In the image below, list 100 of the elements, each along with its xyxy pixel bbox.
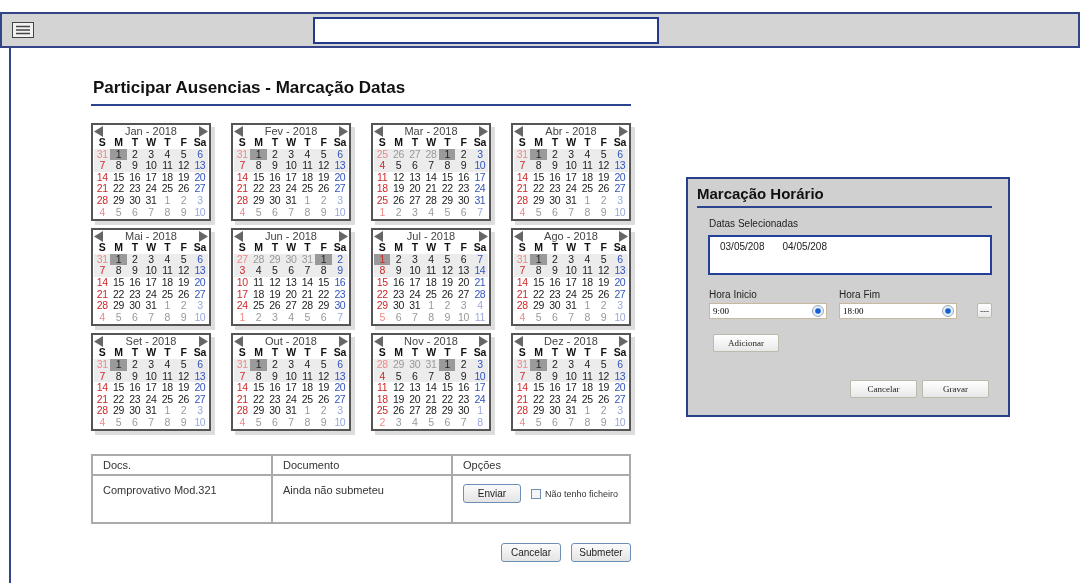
calendar-day[interactable]: 29 [530,405,547,417]
calendar-day[interactable]: 11 [159,265,176,277]
calendar-day[interactable]: 22 [374,288,391,301]
calendar-day[interactable]: 29 [439,194,456,207]
next-arrow-icon[interactable] [339,230,348,242]
calendar-day[interactable]: 4 [374,160,391,172]
calendar-day[interactable]: 18 [579,276,596,289]
calendar-day[interactable]: 26 [439,288,456,301]
calendar-day[interactable]: 22 [439,393,456,406]
calendar-day[interactable]: 24 [471,183,488,195]
calendar-day[interactable]: 23 [266,393,283,406]
calendar-day[interactable]: 31 [562,405,580,417]
calendar-day[interactable]: 18 [374,183,391,195]
calendar-day[interactable]: 19 [175,382,192,394]
calendar-day[interactable]: 10 [562,160,580,172]
calendar-day[interactable]: 12 [595,265,612,277]
next-arrow-icon[interactable] [199,125,208,137]
calendar-day[interactable]: 21 [299,288,316,301]
calendar-day[interactable]: 21 [234,393,251,406]
calendar-day[interactable]: 24 [562,288,580,301]
calendar-day[interactable]: 11 [579,265,596,277]
calendar-day[interactable]: 13 [406,171,423,184]
calendar-day[interactable]: 30 [331,300,348,312]
calendar-day[interactable]: 26 [315,393,332,406]
next-arrow-icon[interactable] [199,335,208,347]
calendar-day[interactable]: 14 [94,276,111,289]
calendar-day[interactable]: 9 [331,265,348,277]
calendar-day[interactable]: 18 [299,382,316,394]
calendar-day[interactable]: 8 [530,265,547,277]
calendar-day[interactable]: 26 [595,288,612,301]
next-arrow-icon[interactable] [339,335,348,347]
calendar-day[interactable]: 15 [374,276,391,289]
calendar-day[interactable]: 19 [390,393,407,406]
calendar-day[interactable]: 17 [282,171,300,184]
calendar-day[interactable]: 22 [250,393,267,406]
calendar-day[interactable]: 22 [110,393,127,406]
calendar-day[interactable]: 28 [94,405,111,417]
calendar-day[interactable]: 23 [546,393,563,406]
calendar-day[interactable]: 1 [250,148,267,161]
calendar-day[interactable]: 14 [422,382,440,394]
calendar-day[interactable]: 30 [455,405,472,417]
calendar-day[interactable]: 23 [390,288,407,301]
calendar-day[interactable]: 8 [110,160,127,172]
calendar-day[interactable]: 28 [299,300,316,312]
previous-arrow-icon[interactable] [374,125,383,137]
calendar-day[interactable]: 28 [94,300,111,312]
calendar-day[interactable]: 4 [299,358,316,371]
calendar-day[interactable]: 17 [142,276,160,289]
calendar-day[interactable]: 18 [159,171,176,184]
calendar-day[interactable]: 4 [579,358,596,371]
calendar-day[interactable]: 20 [611,276,628,289]
calendar-day[interactable]: 21 [471,276,488,289]
calendar-day[interactable]: 7 [422,160,440,172]
calendar-day[interactable]: 22 [530,183,547,195]
calendar-day[interactable]: 8 [530,160,547,172]
calendar-day[interactable]: 7 [299,265,316,277]
calendar-day[interactable]: 28 [471,288,488,301]
calendar-day[interactable]: 20 [191,382,208,394]
previous-arrow-icon[interactable] [94,335,103,347]
calendar-day[interactable]: 6 [406,160,423,172]
calendar-day[interactable]: 23 [126,393,143,406]
calendar-day[interactable]: 27 [331,393,348,406]
calendar-day[interactable]: 28 [514,194,531,207]
calendar-day[interactable]: 16 [546,276,563,289]
calendar-day[interactable]: 11 [579,160,596,172]
calendar-day[interactable]: 22 [110,288,127,301]
calendar-day[interactable]: 24 [282,183,300,195]
calendar-day[interactable]: 30 [126,405,143,417]
calendar-day[interactable]: 4 [159,253,176,266]
calendar-day[interactable]: 20 [455,276,472,289]
calendar-day[interactable]: 23 [126,183,143,195]
calendar-day[interactable]: 5 [595,253,612,266]
calendar-day[interactable]: 14 [514,171,531,184]
calendar-day[interactable]: 26 [390,194,407,207]
calendar-day[interactable]: 1 [439,148,456,161]
calendar-day[interactable]: 27 [191,288,208,301]
calendar-day[interactable]: 18 [159,276,176,289]
calendar-day[interactable]: 8 [110,265,127,277]
send-button[interactable]: Enviar [463,484,521,504]
calendar-day[interactable]: 24 [142,393,160,406]
calendar-day[interactable]: 9 [126,160,143,172]
calendar-day[interactable]: 16 [455,382,472,394]
calendar-day[interactable]: 25 [159,183,176,195]
calendar-day[interactable]: 5 [175,148,192,161]
calendar-day[interactable]: 19 [595,276,612,289]
search-field[interactable] [313,17,659,44]
calendar-day[interactable]: 21 [94,288,111,301]
calendar-day[interactable]: 29 [530,300,547,312]
calendar-day[interactable]: 7 [514,160,531,172]
previous-arrow-icon[interactable] [514,230,523,242]
calendar-day[interactable]: 23 [266,183,283,195]
calendar-day[interactable]: 1 [439,358,456,371]
calendar-day[interactable]: 25 [299,183,316,195]
calendar-day[interactable]: 18 [579,382,596,394]
calendar-day[interactable]: 16 [546,171,563,184]
calendar-day[interactable]: 9 [546,265,563,277]
calendar-day[interactable]: 29 [110,194,127,207]
calendar-day[interactable]: 26 [390,405,407,417]
calendar-day[interactable]: 4 [299,148,316,161]
calendar-day[interactable]: 19 [175,171,192,184]
